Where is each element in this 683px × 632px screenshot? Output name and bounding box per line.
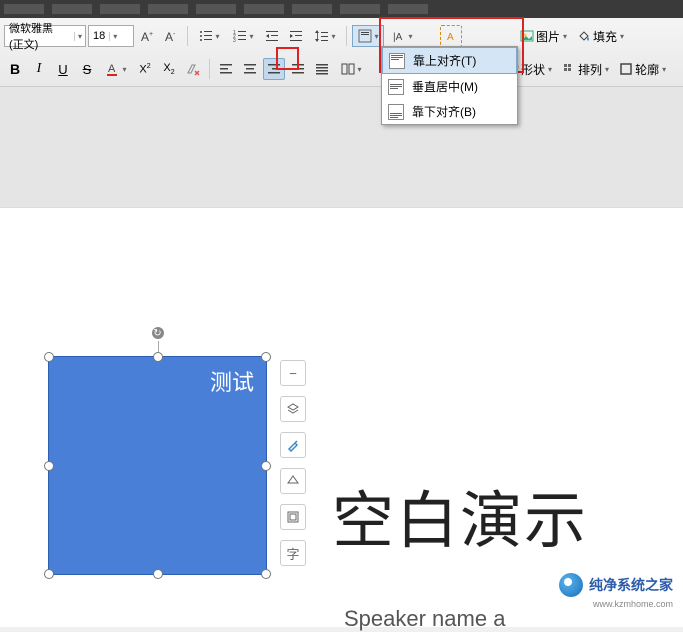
font-color-button[interactable]: A▾ [100, 58, 132, 80]
resize-handle[interactable] [261, 569, 271, 579]
arrange-button[interactable]: 排列▾ [558, 58, 613, 80]
svg-text:+: + [149, 31, 153, 38]
watermark: 纯净系统之家 [559, 573, 673, 597]
outline-button[interactable]: 轮廓▾ [615, 58, 670, 80]
columns-button[interactable]: ▾ [335, 58, 367, 80]
decrease-indent-icon[interactable] [261, 25, 283, 47]
layers-button[interactable] [280, 396, 306, 422]
svg-text:|A: |A [393, 32, 403, 43]
strikethrough-icon[interactable]: S [76, 58, 98, 80]
font-name-value: 微软雅黑 (正文) [5, 20, 74, 52]
watermark-url: www.kzmhome.com [593, 599, 673, 609]
rotate-handle[interactable]: ↻ [150, 325, 166, 341]
align-right-icon[interactable] [263, 58, 285, 80]
align-middle-icon [388, 79, 404, 95]
textbox-icon[interactable]: A [440, 25, 462, 47]
resize-handle[interactable] [44, 461, 54, 471]
resize-handle[interactable] [261, 461, 271, 471]
svg-text:A: A [108, 63, 116, 75]
subscript-icon[interactable]: X2 [158, 58, 180, 80]
svg-text:A: A [165, 30, 173, 44]
underline-icon[interactable]: U [52, 58, 74, 80]
speaker-placeholder[interactable]: Speaker name a [344, 606, 505, 632]
font-size-combo[interactable]: 18 ▾ [88, 25, 134, 47]
vertical-align-dropdown: 靠上对齐(T) 垂直居中(M) 靠下对齐(B) [381, 46, 518, 125]
clear-format-icon[interactable] [182, 58, 204, 80]
resize-handle[interactable] [44, 569, 54, 579]
crop-button[interactable] [280, 468, 306, 494]
align-justify-icon[interactable] [287, 58, 309, 80]
resize-handle[interactable] [153, 352, 163, 362]
menu-bar [0, 0, 683, 18]
resize-handle[interactable] [261, 352, 271, 362]
selected-shape[interactable]: 测试 ↻ [48, 356, 267, 575]
align-left-icon[interactable] [215, 58, 237, 80]
chevron-down-icon: ▾ [74, 32, 85, 41]
align-top-item[interactable]: 靠上对齐(T) [382, 47, 517, 74]
font-size-value: 18 [89, 30, 109, 42]
text-tool-button[interactable]: 字 [280, 540, 306, 566]
vertical-align-button[interactable]: ▾ [352, 25, 384, 47]
slide-canvas[interactable]: 测试 ↻ − 字 空白演示 Speaker name a [0, 207, 683, 627]
increase-indent-icon[interactable] [285, 25, 307, 47]
numbering-button[interactable]: 123▾ [227, 25, 259, 47]
align-top-icon [389, 53, 405, 69]
resize-handle[interactable] [44, 352, 54, 362]
picture-button[interactable]: 图片▾ [516, 25, 571, 47]
collapse-button[interactable]: − [280, 360, 306, 386]
align-center-icon[interactable] [239, 58, 261, 80]
chevron-down-icon: ▾ [109, 32, 120, 41]
align-middle-item[interactable]: 垂直居中(M) [382, 74, 517, 99]
eyedropper-button[interactable] [280, 432, 306, 458]
shape-text: 测试 [210, 370, 254, 395]
text-direction-button[interactable]: |A▾ [386, 25, 418, 47]
svg-text:A: A [141, 30, 149, 44]
bold-icon[interactable]: B [4, 58, 26, 80]
line-spacing-button[interactable]: ▾ [309, 25, 341, 47]
floating-toolbar: − 字 [280, 360, 306, 566]
increase-font-icon[interactable]: A+ [136, 25, 158, 47]
align-bottom-item[interactable]: 靠下对齐(B) [382, 99, 517, 124]
superscript-icon[interactable]: X2 [134, 58, 156, 80]
align-distribute-icon[interactable] [311, 58, 333, 80]
decrease-font-icon[interactable]: A- [160, 25, 182, 47]
italic-icon[interactable]: I [28, 58, 50, 80]
frame-button[interactable] [280, 504, 306, 530]
svg-text:3: 3 [233, 38, 236, 44]
resize-handle[interactable] [153, 569, 163, 579]
align-bottom-icon [388, 104, 404, 120]
slide-title[interactable]: 空白演示 [332, 470, 588, 560]
svg-text:A: A [447, 32, 454, 43]
svg-text:-: - [173, 31, 176, 38]
bullets-button[interactable]: ▾ [193, 25, 225, 47]
font-name-combo[interactable]: 微软雅黑 (正文) ▾ [4, 25, 86, 47]
fill-button[interactable]: 填充▾ [573, 25, 628, 47]
watermark-logo-icon [559, 573, 583, 597]
